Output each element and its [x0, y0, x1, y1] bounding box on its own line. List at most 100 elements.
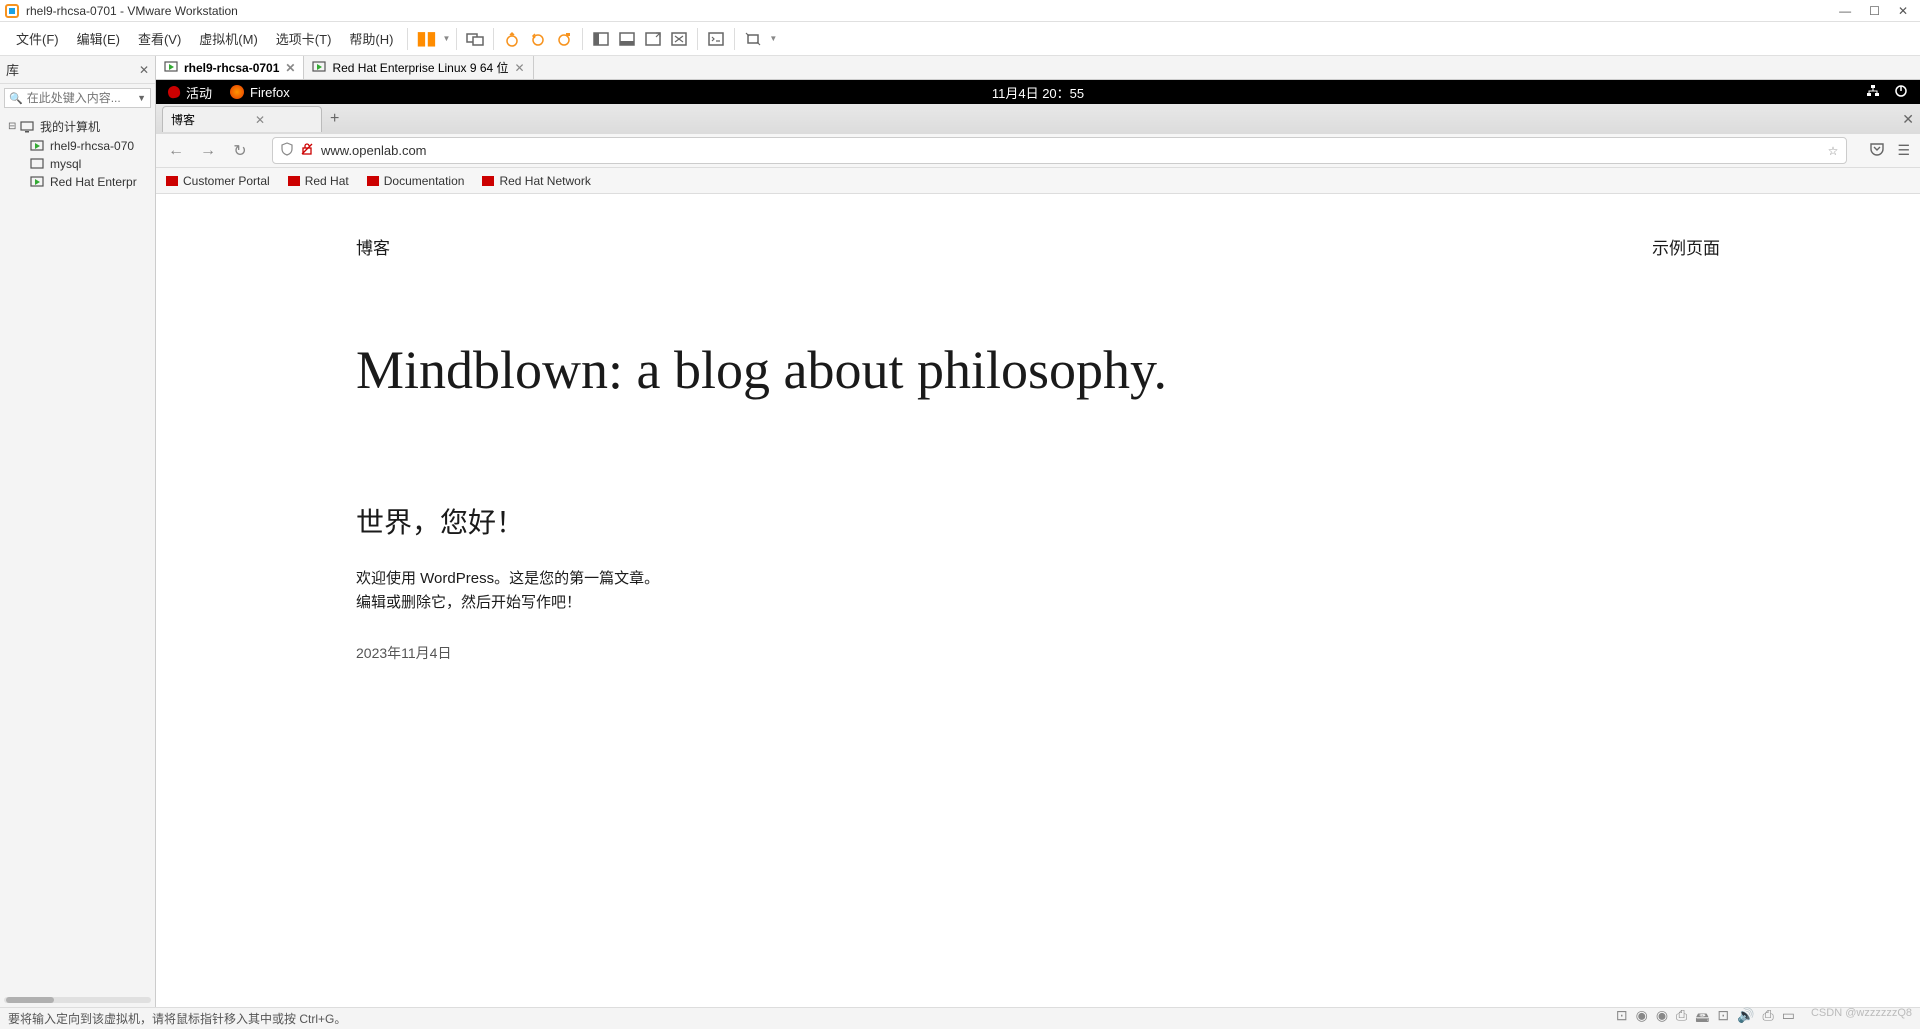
- vm-running-icon: [312, 61, 326, 75]
- vm-tab-active[interactable]: rhel9-rhcsa-0701 ✕: [156, 56, 304, 79]
- activities-button[interactable]: 活动: [168, 83, 212, 102]
- pocket-icon[interactable]: [1869, 142, 1885, 159]
- separator: [734, 28, 735, 50]
- library-tree: ⊟ 我的计算机 rhel9-rhcsa-070 mysql Red Hat En…: [0, 112, 155, 997]
- power-icon[interactable]: [1894, 84, 1908, 101]
- window-title: rhel9-rhcsa-0701 - VMware Workstation: [26, 4, 238, 18]
- post-date: 2023年11月4日: [356, 643, 1720, 663]
- sidebar-close-button[interactable]: ✕: [139, 63, 149, 77]
- clock[interactable]: 11月4日 20：55: [992, 83, 1084, 102]
- firefox-icon: [230, 85, 244, 99]
- device-icon[interactable]: ◉: [1636, 1007, 1648, 1031]
- bookmark-star-icon[interactable]: ☆: [1828, 144, 1839, 158]
- bookmark-item[interactable]: Documentation: [367, 174, 465, 188]
- snapshot-revert-button[interactable]: [526, 27, 550, 51]
- menu-view[interactable]: 查看(V): [130, 25, 189, 52]
- redhat-icon: [367, 176, 379, 186]
- tree-vm-item[interactable]: mysql: [2, 155, 153, 173]
- firefox-tab[interactable]: 博客 ✕: [162, 106, 322, 132]
- tree-item-label: mysql: [50, 157, 81, 171]
- insecure-lock-icon[interactable]: [301, 142, 313, 159]
- shield-icon[interactable]: [281, 142, 293, 159]
- search-input[interactable]: [27, 91, 127, 105]
- device-icon[interactable]: ▭: [1782, 1007, 1795, 1031]
- power-dropdown[interactable]: ▼: [442, 34, 450, 43]
- computer-icon: [20, 121, 36, 133]
- menu-edit[interactable]: 编辑(E): [69, 25, 128, 52]
- layout-fullscreen-button[interactable]: [667, 27, 691, 51]
- device-icon[interactable]: ⎙: [1763, 1007, 1774, 1031]
- menu-vm[interactable]: 虚拟机(M): [191, 25, 266, 52]
- separator: [407, 28, 408, 50]
- bookmark-item[interactable]: Red Hat: [288, 174, 349, 188]
- device-icon[interactable]: 🔊: [1737, 1007, 1754, 1031]
- site-title[interactable]: 博客: [356, 234, 390, 259]
- post-title[interactable]: 世界，您好！: [356, 501, 1720, 541]
- console-button[interactable]: [704, 27, 728, 51]
- vm-tab-label: Red Hat Enterprise Linux 9 64 位: [332, 59, 508, 76]
- search-icon: 🔍: [9, 92, 23, 105]
- tree-root-label: 我的计算机: [40, 118, 100, 135]
- url-bar[interactable]: www.openlab.com ☆: [272, 137, 1847, 164]
- menu-file[interactable]: 文件(F): [8, 25, 67, 52]
- redhat-icon: [288, 176, 300, 186]
- close-button[interactable]: ✕: [1898, 4, 1908, 18]
- firefox-tab-title: 博客: [171, 111, 195, 128]
- vm-tab-close[interactable]: ✕: [285, 61, 295, 75]
- layout-single-button[interactable]: [641, 27, 665, 51]
- sidebar-scrollbar[interactable]: [4, 997, 151, 1003]
- device-icon[interactable]: ⊡: [1717, 1007, 1729, 1031]
- bookmark-item[interactable]: Customer Portal: [166, 174, 270, 188]
- device-icon[interactable]: ⊡: [1616, 1007, 1628, 1031]
- device-icon[interactable]: ⎙: [1676, 1007, 1687, 1031]
- firefox-tab-close[interactable]: ✕: [255, 113, 265, 127]
- redhat-icon: [166, 176, 178, 186]
- tree-collapse-icon[interactable]: ⊟: [8, 121, 20, 132]
- firefox-new-tab[interactable]: +: [330, 110, 339, 128]
- forward-button[interactable]: →: [198, 142, 218, 160]
- stretch-button[interactable]: [741, 27, 765, 51]
- menu-help[interactable]: 帮助(H): [341, 25, 401, 52]
- send-ctrlaltdel-button[interactable]: [463, 27, 487, 51]
- separator: [456, 28, 457, 50]
- reload-button[interactable]: ↻: [230, 141, 250, 161]
- maximize-button[interactable]: ☐: [1869, 4, 1880, 18]
- status-bar: 要将输入定向到该虚拟机，请将鼠标指针移入其中或按 Ctrl+G。 ⊡ ◉ ◉ ⎙…: [0, 1007, 1920, 1029]
- snapshot-manager-button[interactable]: [552, 27, 576, 51]
- tree-vm-item[interactable]: rhel9-rhcsa-070: [2, 137, 153, 155]
- device-icon[interactable]: 🖴: [1695, 1007, 1709, 1031]
- tree-root[interactable]: ⊟ 我的计算机: [2, 116, 153, 137]
- library-sidebar: 库 ✕ 🔍 ▼ ⊟ 我的计算机 rhel9-rhcsa-070 mysql: [0, 56, 156, 1007]
- tree-vm-item[interactable]: Red Hat Enterpr: [2, 173, 153, 191]
- vm-running-icon: [164, 61, 178, 75]
- vmware-app-icon: [4, 3, 20, 19]
- hero-heading: Mindblown: a blog about philosophy.: [356, 339, 1720, 401]
- snapshot-button[interactable]: [500, 27, 524, 51]
- library-search[interactable]: 🔍 ▼: [4, 88, 151, 108]
- layout-bottom-button[interactable]: [615, 27, 639, 51]
- vm-tab-bar: rhel9-rhcsa-0701 ✕ Red Hat Enterprise Li…: [156, 56, 1920, 80]
- nav-link[interactable]: 示例页面: [1652, 234, 1720, 259]
- search-dropdown[interactable]: ▼: [137, 93, 146, 103]
- vm-tab-close[interactable]: ✕: [515, 61, 525, 75]
- firefox-window-close[interactable]: ✕: [1902, 111, 1914, 128]
- post-excerpt: 欢迎使用 WordPress。这是您的第一篇文章。编辑或删除它，然后开始写作吧！: [356, 567, 666, 615]
- minimize-button[interactable]: —: [1839, 4, 1851, 18]
- network-icon[interactable]: [1866, 84, 1880, 101]
- window-title-bar: rhel9-rhcsa-0701 - VMware Workstation — …: [0, 0, 1920, 22]
- vm-tab[interactable]: Red Hat Enterprise Linux 9 64 位 ✕: [304, 56, 533, 79]
- bookmarks-toolbar: Customer Portal Red Hat Documentation Re…: [156, 168, 1920, 194]
- url-text: www.openlab.com: [321, 143, 427, 158]
- pause-button[interactable]: ▮▮: [414, 27, 438, 51]
- hamburger-menu-icon[interactable]: ☰: [1897, 142, 1910, 159]
- layout-sidebar-button[interactable]: [589, 27, 613, 51]
- back-button[interactable]: ←: [166, 142, 186, 160]
- device-icon[interactable]: ◉: [1656, 1007, 1668, 1031]
- separator: [493, 28, 494, 50]
- active-app-indicator[interactable]: Firefox: [230, 85, 290, 100]
- menu-tabs[interactable]: 选项卡(T): [268, 25, 340, 52]
- tree-item-label: Red Hat Enterpr: [50, 175, 137, 189]
- stretch-dropdown[interactable]: ▼: [769, 34, 777, 43]
- bookmark-item[interactable]: Red Hat Network: [482, 174, 590, 188]
- status-icons: ⊡ ◉ ◉ ⎙ 🖴 ⊡ 🔊 ⎙ ▭ CSDN @wzzzzzzQ8: [1616, 1007, 1912, 1031]
